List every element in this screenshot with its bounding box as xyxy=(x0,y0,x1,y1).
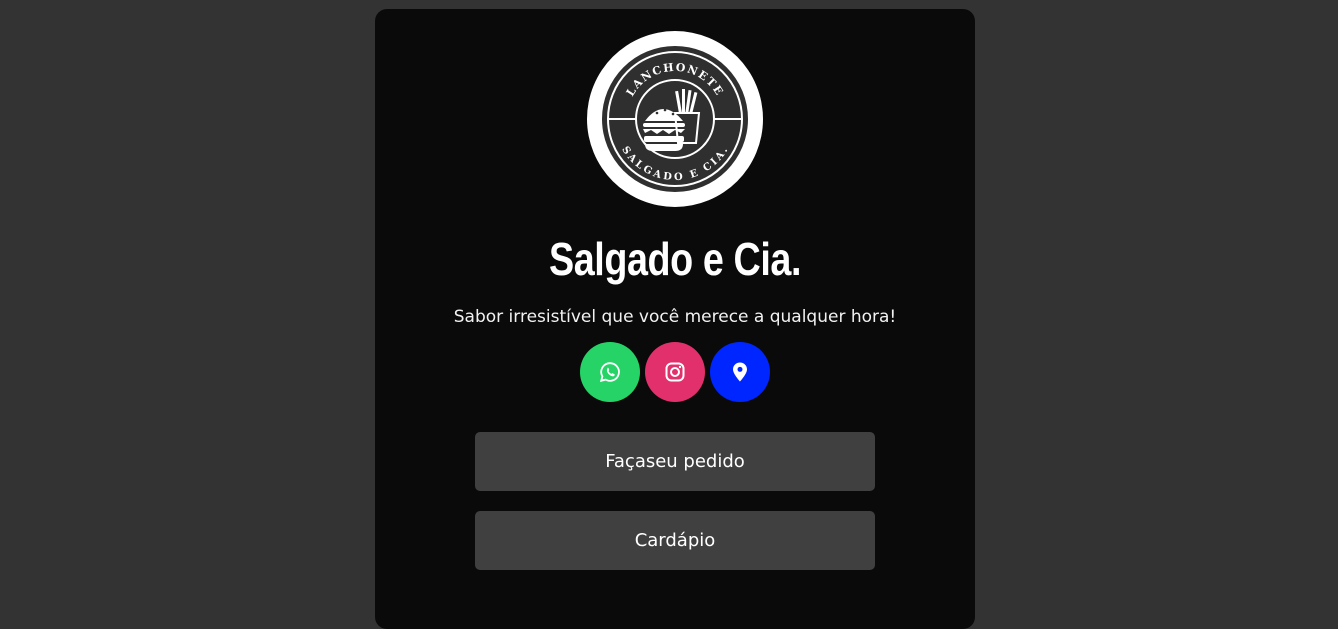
logo-emblem-icon: LANCHONETE SALGADO E CIA. xyxy=(602,46,748,192)
location-button[interactable] xyxy=(710,342,770,402)
social-links xyxy=(580,342,770,402)
location-pin-icon xyxy=(733,362,747,382)
brand-title: Salgado e Cia. xyxy=(548,233,802,285)
instagram-icon xyxy=(665,362,685,382)
whatsapp-button[interactable] xyxy=(580,342,640,402)
order-button[interactable]: Façaseu pedido xyxy=(475,432,875,491)
profile-card: LANCHONETE SALGADO E CIA. Salgado e Cia.… xyxy=(375,9,975,629)
brand-tagline: Sabor irresistível que você merece a qua… xyxy=(453,307,897,327)
menu-button[interactable]: Cardápio xyxy=(475,511,875,570)
brand-logo: LANCHONETE SALGADO E CIA. xyxy=(587,31,763,207)
whatsapp-icon xyxy=(599,362,620,383)
instagram-button[interactable] xyxy=(645,342,705,402)
